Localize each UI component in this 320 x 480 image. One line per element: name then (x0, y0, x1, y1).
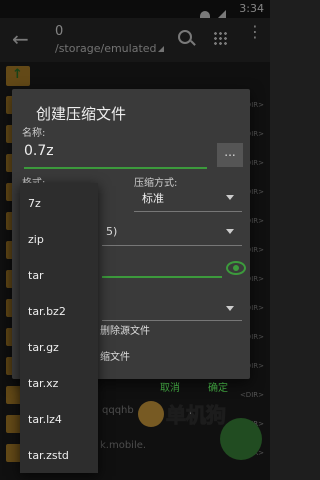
format-option[interactable]: tar.xz (28, 377, 58, 390)
name-input-underline (24, 167, 207, 169)
format-option[interactable]: tar.lz4 (28, 413, 62, 426)
compression-select[interactable]: 标准 (142, 190, 164, 206)
select-underline (102, 320, 242, 321)
format-option[interactable]: tar.gz (28, 341, 59, 354)
format-option[interactable]: tar (28, 269, 44, 282)
show-password-eye-icon[interactable] (226, 261, 246, 275)
name-input[interactable]: 0.7z (24, 143, 206, 163)
browse-button[interactable]: ... (217, 143, 243, 167)
format-dropdown-menu: 7z zip tar tar.bz2 tar.gz tar.xz tar.lz4… (20, 183, 98, 473)
compression-underline (134, 211, 242, 212)
chevron-down-icon[interactable] (226, 306, 234, 311)
ok-button[interactable]: 确定 (208, 379, 228, 394)
chevron-down-icon[interactable] (226, 229, 234, 234)
chevron-down-icon[interactable] (226, 195, 234, 200)
format-option[interactable]: tar.zstd (28, 449, 69, 462)
option-checkbox-label[interactable]: 缩文件 (100, 348, 130, 363)
partial-select-value[interactable]: 5) (106, 225, 117, 238)
dialog-title: 创建压缩文件 (36, 105, 127, 123)
compression-label: 压缩方式: (134, 178, 178, 189)
select-underline (102, 245, 242, 246)
format-option[interactable]: tar.bz2 (28, 305, 66, 318)
format-option[interactable]: 7z (28, 197, 41, 210)
format-option[interactable]: zip (28, 233, 44, 246)
cancel-button[interactable]: 取消 (160, 379, 180, 394)
password-underline (102, 276, 222, 278)
name-label: 名称: (22, 128, 46, 139)
delete-source-checkbox-label[interactable]: 删除源文件 (100, 322, 150, 337)
